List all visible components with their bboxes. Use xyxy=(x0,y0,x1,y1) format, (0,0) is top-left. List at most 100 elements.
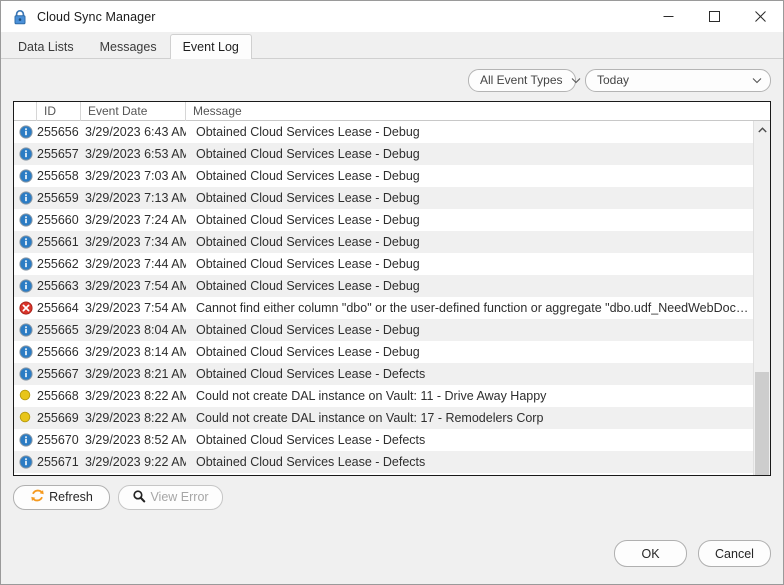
search-icon xyxy=(132,489,146,506)
info-icon xyxy=(19,147,33,161)
ok-button[interactable]: OK xyxy=(614,540,687,567)
event-log-panel: All Event Types Today ID Event Date Mess… xyxy=(1,59,783,584)
row-event-date: 3/29/2023 6:43 AM xyxy=(85,125,186,139)
row-severity xyxy=(14,367,37,381)
table-row[interactable]: 255657 3/29/2023 6:53 AM Obtained Cloud Se… xyxy=(14,143,753,165)
row-id: 255656 xyxy=(37,125,79,139)
info-icon xyxy=(19,433,33,447)
table-row[interactable]: 255666 3/29/2023 8:14 AM Obtained Cloud Se… xyxy=(14,341,753,363)
row-id: 255669 xyxy=(37,411,79,425)
row-severity xyxy=(14,389,37,403)
row-message: Obtained Cloud Services Lease - Defects xyxy=(196,367,426,381)
event-type-filter-value: All Event Types xyxy=(480,73,563,87)
row-event-date: 3/29/2023 8:22 AM xyxy=(85,389,186,403)
maximize-button[interactable] xyxy=(691,1,737,32)
row-event-date: 3/29/2023 8:22 AM xyxy=(85,411,186,425)
event-log-grid: ID Event Date Message 255656 3/29/2023 6:… xyxy=(13,101,771,476)
tab-event-log[interactable]: Event Log xyxy=(169,34,252,59)
table-row[interactable]: 255669 3/29/2023 8:22 AM Could not create … xyxy=(14,407,753,429)
row-message: Obtained Cloud Services Lease - Debug xyxy=(196,147,420,161)
row-severity xyxy=(14,301,37,315)
column-header-message[interactable]: Message xyxy=(186,102,770,121)
row-message: Obtained Cloud Services Lease - Debug xyxy=(196,323,420,337)
cloud-sync-manager-window: Cloud Sync Manager Data Lists Messages E… xyxy=(0,0,784,585)
tab-data-lists[interactable]: Data Lists xyxy=(5,34,87,58)
row-severity xyxy=(14,323,37,337)
lock-icon xyxy=(12,9,28,25)
row-message: Obtained Cloud Services Lease - Debug xyxy=(196,191,420,205)
row-id: 255663 xyxy=(37,279,79,293)
row-event-date: 3/29/2023 9:22 AM xyxy=(85,455,186,469)
table-row[interactable]: 255661 3/29/2023 7:34 AM Obtained Cloud Se… xyxy=(14,231,753,253)
minimize-button[interactable] xyxy=(645,1,691,32)
row-severity xyxy=(14,345,37,359)
table-row[interactable]: 255658 3/29/2023 7:03 AM Obtained Cloud Se… xyxy=(14,165,753,187)
date-range-filter-value: Today xyxy=(597,73,630,87)
info-icon xyxy=(19,125,33,139)
row-id: 255671 xyxy=(37,455,79,469)
row-id: 255661 xyxy=(37,235,79,249)
table-row[interactable]: 255665 3/29/2023 8:04 AM Obtained Cloud Se… xyxy=(14,319,753,341)
cancel-button[interactable]: Cancel xyxy=(698,540,771,567)
table-row[interactable]: 255670 3/29/2023 8:52 AM Obtained Cloud Se… xyxy=(14,429,753,451)
table-row[interactable]: 255663 3/29/2023 7:54 AM Obtained Cloud Se… xyxy=(14,275,753,297)
info-icon xyxy=(19,345,33,359)
info-icon xyxy=(19,169,33,183)
close-button[interactable] xyxy=(737,1,783,32)
row-severity xyxy=(14,213,37,227)
chevron-down-icon xyxy=(752,77,762,84)
column-header-id[interactable]: ID xyxy=(37,102,81,121)
table-row[interactable]: 255656 3/29/2023 6:43 AM Obtained Cloud Se… xyxy=(14,121,753,143)
row-id: 255668 xyxy=(37,389,79,403)
tab-messages[interactable]: Messages xyxy=(87,34,170,58)
error-icon xyxy=(19,301,33,315)
info-icon xyxy=(19,367,33,381)
grid-rows: 255656 3/29/2023 6:43 AM Obtained Cloud Se… xyxy=(14,121,753,475)
row-message: Obtained Cloud Services Lease - Defects xyxy=(196,455,426,469)
table-row[interactable]: 255668 3/29/2023 8:22 AM Could not create … xyxy=(14,385,753,407)
grid-body-area: 255656 3/29/2023 6:43 AM Obtained Cloud Se… xyxy=(14,121,770,475)
row-message: Cannot find either column "dbo" or the u… xyxy=(196,301,753,315)
refresh-button[interactable]: Refresh xyxy=(13,484,110,510)
table-row[interactable]: 255662 3/29/2023 7:44 AM Obtained Cloud Se… xyxy=(14,253,753,275)
row-severity xyxy=(14,147,37,161)
column-header-event-date[interactable]: Event Date xyxy=(81,102,186,121)
row-event-date: 3/29/2023 8:14 AM xyxy=(85,345,186,359)
row-id: 255657 xyxy=(37,147,79,161)
row-message: Could not create DAL instance on Vault: … xyxy=(196,411,544,425)
info-icon xyxy=(19,213,33,227)
row-message: Obtained Cloud Services Lease - Debug xyxy=(196,213,420,227)
table-row[interactable]: 255671 3/29/2023 9:22 AM Obtained Cloud Se… xyxy=(14,451,753,473)
table-row[interactable]: 255667 3/29/2023 8:21 AM Obtained Cloud Se… xyxy=(14,363,753,385)
row-severity xyxy=(14,257,37,271)
row-message: Obtained Cloud Services Lease - Debug xyxy=(196,345,420,359)
table-row[interactable]: 255660 3/29/2023 7:24 AM Obtained Cloud Se… xyxy=(14,209,753,231)
view-error-button-label: View Error xyxy=(150,490,209,504)
row-event-date: 3/29/2023 8:21 AM xyxy=(85,367,186,381)
row-event-date: 3/29/2023 7:34 AM xyxy=(85,235,186,249)
row-severity xyxy=(14,125,37,139)
table-row[interactable]: 255664 3/29/2023 7:54 AM Cannot find eithe… xyxy=(14,297,753,319)
view-error-button[interactable]: View Error xyxy=(118,484,223,510)
row-message: Could not create DAL instance on Vault: … xyxy=(196,389,547,403)
row-severity xyxy=(14,279,37,293)
row-id: 255662 xyxy=(37,257,79,271)
column-header-severity[interactable] xyxy=(14,102,37,121)
warning-icon xyxy=(19,389,33,403)
row-id: 255659 xyxy=(37,191,79,205)
scroll-up-button[interactable] xyxy=(754,121,770,138)
grid-vertical-scrollbar[interactable] xyxy=(753,121,770,475)
row-id: 255660 xyxy=(37,213,79,227)
row-event-date: 3/29/2023 7:44 AM xyxy=(85,257,186,271)
row-message: Obtained Cloud Services Lease - Debug xyxy=(196,169,420,183)
info-icon xyxy=(19,191,33,205)
scrollbar-track[interactable] xyxy=(754,138,770,475)
title-bar: Cloud Sync Manager xyxy=(1,1,783,32)
row-id: 255664 xyxy=(37,301,79,315)
event-type-filter-dropdown[interactable]: All Event Types xyxy=(468,68,580,92)
scrollbar-thumb[interactable] xyxy=(755,372,769,475)
row-id: 255666 xyxy=(37,345,79,359)
date-range-filter-dropdown[interactable]: Today xyxy=(585,68,771,92)
table-row[interactable]: 255659 3/29/2023 7:13 AM Obtained Cloud Se… xyxy=(14,187,753,209)
row-id: 255667 xyxy=(37,367,79,381)
